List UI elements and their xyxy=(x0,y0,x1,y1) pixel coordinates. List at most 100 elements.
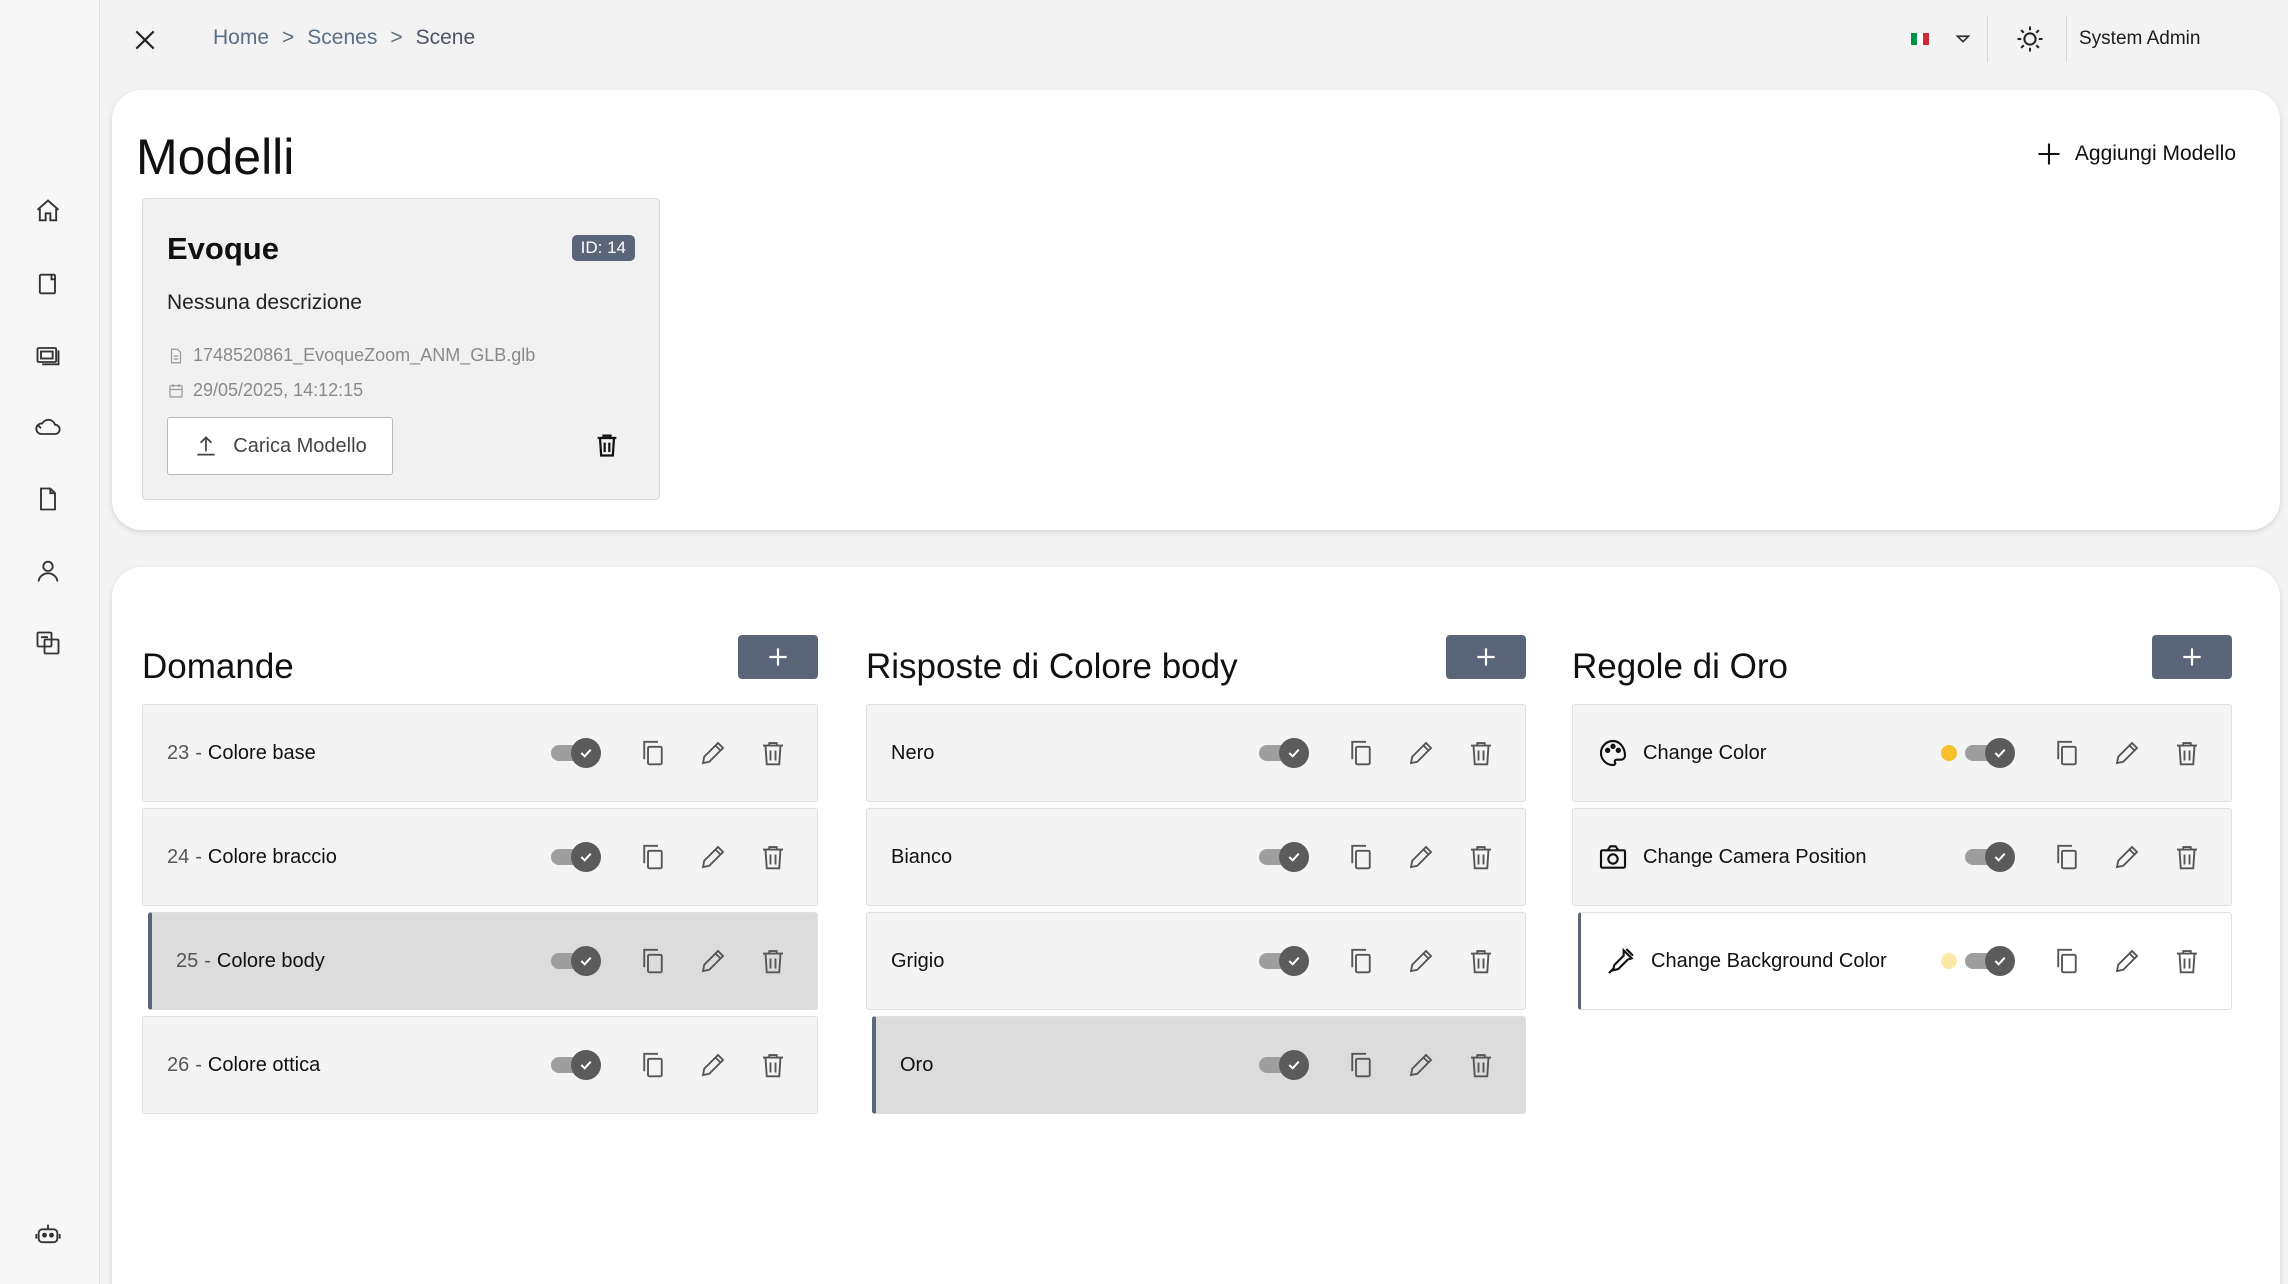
copy-icon[interactable] xyxy=(2037,839,2097,875)
pencil-icon[interactable] xyxy=(683,943,743,979)
gallery-icon[interactable] xyxy=(28,335,68,375)
close-icon[interactable] xyxy=(125,20,165,60)
copy-icon[interactable] xyxy=(623,1047,683,1083)
home-icon[interactable] xyxy=(28,191,68,231)
model-description: Nessuna descrizione xyxy=(167,291,362,314)
trash-icon[interactable] xyxy=(2157,735,2217,771)
pencil-icon[interactable] xyxy=(683,735,743,771)
model-card[interactable]: Evoque ID: 14 Nessuna descrizione 174852… xyxy=(142,198,660,500)
trash-icon[interactable] xyxy=(1451,839,1511,875)
row-label: Nero xyxy=(891,742,934,765)
pencil-icon[interactable] xyxy=(2097,735,2157,771)
copy-icon[interactable] xyxy=(2037,735,2097,771)
breadcrumb-home[interactable]: Home xyxy=(213,26,269,50)
copy-icon[interactable] xyxy=(623,735,683,771)
row-separator: - xyxy=(195,1053,202,1076)
enabled-toggle[interactable] xyxy=(1259,842,1309,872)
pencil-icon[interactable] xyxy=(1391,1047,1451,1083)
enabled-toggle[interactable] xyxy=(551,946,601,976)
model-date-row: 29/05/2025, 14:12:15 xyxy=(167,380,363,401)
pencil-icon[interactable] xyxy=(1391,735,1451,771)
eyedropper-icon xyxy=(1605,945,1637,977)
question-row[interactable]: 25- Colore body xyxy=(148,912,818,1010)
rule-row[interactable]: Change Camera Position xyxy=(1572,808,2232,906)
enabled-toggle[interactable] xyxy=(1965,738,2015,768)
trash-icon[interactable] xyxy=(743,735,803,771)
row-text: Oro xyxy=(900,1053,934,1076)
pencil-icon[interactable] xyxy=(683,1047,743,1083)
breadcrumb-separator: > xyxy=(390,26,403,49)
enabled-toggle[interactable] xyxy=(551,1050,601,1080)
pencil-icon[interactable] xyxy=(2097,839,2157,875)
pencil-icon[interactable] xyxy=(1391,839,1451,875)
enabled-toggle[interactable] xyxy=(1965,842,2015,872)
question-row[interactable]: 26- Colore ottica xyxy=(142,1016,818,1114)
add-answer-button[interactable] xyxy=(1446,635,1526,679)
add-model-button[interactable]: Aggiungi Modello xyxy=(2035,140,2236,168)
add-rule-button[interactable] xyxy=(2152,635,2232,679)
add-question-button[interactable] xyxy=(738,635,818,679)
pencil-icon[interactable] xyxy=(1391,943,1451,979)
copy-icon[interactable] xyxy=(623,839,683,875)
document-icon[interactable] xyxy=(28,479,68,519)
copy-icon[interactable] xyxy=(1331,735,1391,771)
answer-row[interactable]: Grigio xyxy=(866,912,1526,1010)
chevron-down-icon[interactable] xyxy=(1952,28,1974,50)
answer-row[interactable]: Nero xyxy=(866,704,1526,802)
trash-icon[interactable] xyxy=(1451,1047,1511,1083)
row-actions xyxy=(551,735,803,771)
trash-icon[interactable] xyxy=(2157,943,2217,979)
pencil-icon[interactable] xyxy=(2097,943,2157,979)
row-actions xyxy=(1259,943,1511,979)
question-row[interactable]: 24- Colore braccio xyxy=(142,808,818,906)
answer-row[interactable]: Oro xyxy=(872,1016,1526,1114)
rule-row[interactable]: Change Background Color xyxy=(1578,912,2232,1010)
sun-icon[interactable] xyxy=(2013,22,2047,56)
pencil-icon[interactable] xyxy=(683,839,743,875)
row-separator: - xyxy=(195,845,202,868)
note-icon[interactable] xyxy=(28,264,68,304)
copy-icon[interactable] xyxy=(1331,839,1391,875)
cloud-icon[interactable] xyxy=(28,407,68,447)
trash-icon[interactable] xyxy=(591,429,623,461)
row-label: 26- Colore ottica xyxy=(167,1054,320,1077)
translate-icon[interactable] xyxy=(28,623,68,663)
trash-icon[interactable] xyxy=(1451,943,1511,979)
copy-icon[interactable] xyxy=(1331,1047,1391,1083)
trash-icon[interactable] xyxy=(743,943,803,979)
copy-icon[interactable] xyxy=(623,943,683,979)
breadcrumb-scenes[interactable]: Scenes xyxy=(307,26,377,50)
enabled-toggle[interactable] xyxy=(1259,946,1309,976)
page-title: Modelli xyxy=(136,129,295,185)
trash-icon[interactable] xyxy=(743,839,803,875)
user-icon[interactable] xyxy=(28,551,68,591)
check-icon xyxy=(1279,1050,1309,1080)
enabled-toggle[interactable] xyxy=(1259,1050,1309,1080)
plus-icon xyxy=(2038,143,2060,165)
row-text: Colore base xyxy=(207,741,316,764)
enabled-toggle[interactable] xyxy=(551,738,601,768)
enabled-toggle[interactable] xyxy=(551,842,601,872)
copy-icon[interactable] xyxy=(2037,943,2097,979)
italian-flag-icon[interactable] xyxy=(1911,33,1929,45)
upload-model-button[interactable]: Carica Modello xyxy=(167,417,393,475)
trash-icon[interactable] xyxy=(743,1047,803,1083)
row-separator: - xyxy=(204,949,211,972)
trash-icon[interactable] xyxy=(1451,735,1511,771)
answer-row[interactable]: Bianco xyxy=(866,808,1526,906)
enabled-toggle[interactable] xyxy=(1259,738,1309,768)
row-label: 23- Colore base xyxy=(167,742,316,765)
row-label: 25- Colore body xyxy=(176,950,325,973)
user-name[interactable]: System Admin xyxy=(2079,28,2200,50)
copy-icon[interactable] xyxy=(1331,943,1391,979)
top-bar: Home > Scenes > Scene System Admin xyxy=(101,0,2288,80)
file-icon xyxy=(170,348,182,363)
check-icon xyxy=(1985,946,2015,976)
trash-icon[interactable] xyxy=(2157,839,2217,875)
question-row[interactable]: 23- Colore base xyxy=(142,704,818,802)
rule-row[interactable]: Change Color xyxy=(1572,704,2232,802)
upload-model-label: Carica Modello xyxy=(233,434,367,457)
enabled-toggle[interactable] xyxy=(1965,946,2015,976)
robot-icon[interactable] xyxy=(28,1214,68,1254)
add-model-label: Aggiungi Modello xyxy=(2074,142,2236,165)
